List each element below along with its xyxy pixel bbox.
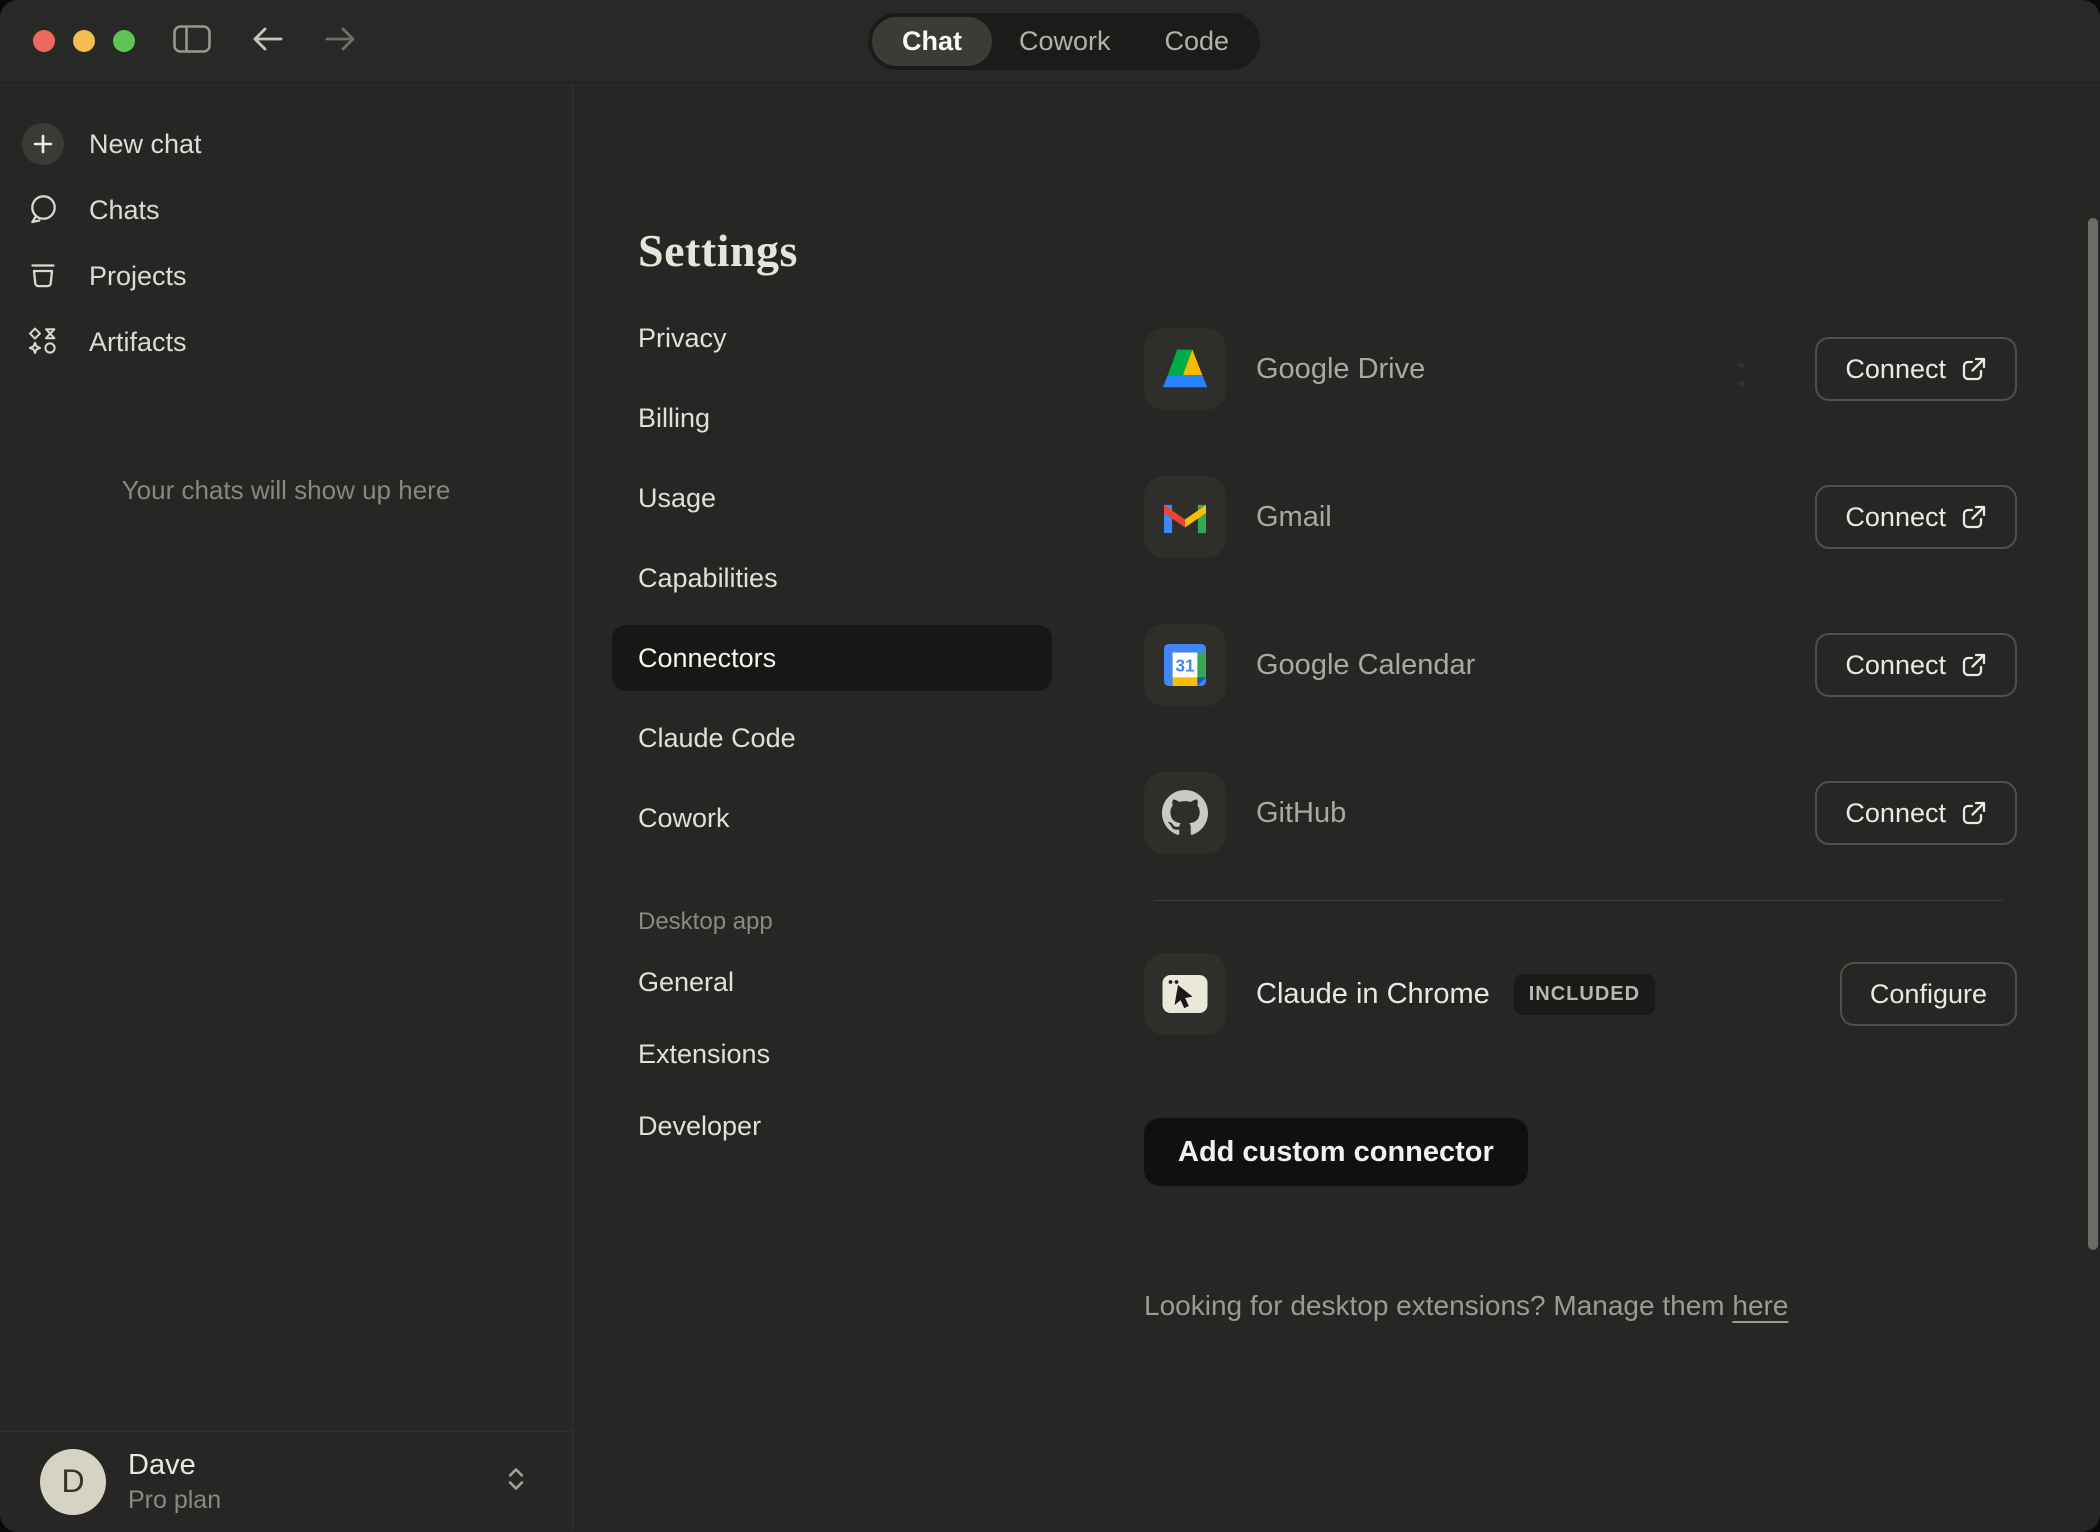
included-badge: INCLUDED — [1514, 974, 1655, 1015]
manage-here-link[interactable]: here — [1732, 1290, 1788, 1321]
external-link-icon — [1960, 356, 1987, 383]
connector-row-google-drive: Google Drive Connect — [1144, 328, 2017, 410]
app-window: Chat Cowork Code New chat — [0, 0, 2100, 1532]
user-menu[interactable]: D Dave Pro plan — [0, 1431, 572, 1531]
tab-code[interactable]: Code — [1138, 17, 1257, 66]
sidebar-nav: New chat Chats Projects — [0, 83, 572, 375]
connect-button-label: Connect — [1845, 502, 1946, 533]
connector-row-gmail: Gmail Connect — [1144, 476, 2017, 558]
sidebar-item-projects[interactable]: Projects — [22, 243, 572, 309]
settings-nav-cowork[interactable]: Cowork — [612, 785, 1052, 851]
connect-button-label: Connect — [1845, 798, 1946, 829]
google-calendar-icon: 31 — [1144, 624, 1226, 706]
settings-nav-developer[interactable]: Developer — [612, 1095, 1052, 1157]
svg-text:31: 31 — [1175, 656, 1195, 676]
sidebar-item-label: New chat — [89, 129, 202, 160]
browser-cursor-icon — [1144, 953, 1226, 1035]
user-meta: Dave Pro plan — [128, 1448, 221, 1515]
external-link-icon — [1960, 800, 1987, 827]
settings-nav-connectors[interactable]: Connectors — [612, 625, 1052, 691]
settings-nav-usage[interactable]: Usage — [612, 465, 1052, 531]
mode-tabs: Chat Cowork Code — [868, 13, 1260, 70]
sidebar-item-artifacts[interactable]: Artifacts — [22, 309, 572, 375]
empty-chats-message: Your chats will show up here — [0, 475, 572, 506]
settings-nav-extensions[interactable]: Extensions — [612, 1023, 1052, 1085]
chevron-up-down-icon — [505, 1466, 527, 1497]
settings-nav-billing[interactable]: Billing — [612, 385, 1052, 451]
settings-content: Privacy Billing Usage Capabilities Conne… — [638, 305, 2100, 1322]
external-link-icon — [1960, 652, 1987, 679]
connect-button-gmail[interactable]: Connect — [1815, 485, 2017, 549]
connector-row-github: GitHub Connect — [1144, 772, 2017, 854]
connector-name: Google Calendar — [1256, 649, 1475, 682]
desktop-app-section-label: Desktop app — [638, 907, 1052, 937]
connector-row-claude-in-chrome: Claude in Chrome INCLUDED Configure — [1144, 953, 2017, 1035]
settings-nav-privacy[interactable]: Privacy — [612, 305, 1052, 371]
gmail-icon — [1144, 476, 1226, 558]
sidebar-item-label: Artifacts — [89, 327, 187, 358]
settings-nav-claude-code[interactable]: Claude Code — [612, 705, 1052, 771]
sidebar-item-label: Chats — [89, 195, 160, 226]
github-icon — [1144, 772, 1226, 854]
sidebar-item-label: Projects — [89, 261, 187, 292]
scrollbar[interactable] — [2088, 218, 2098, 1250]
settings-nav-general[interactable]: General — [612, 951, 1052, 1013]
sidebar-spacer — [0, 506, 572, 1431]
connect-button-google-drive[interactable]: Connect — [1815, 337, 2017, 401]
sidebar-item-chats[interactable]: Chats — [22, 177, 572, 243]
main-content: Settings Privacy Billing Usage Capabilit… — [573, 83, 2100, 1531]
scrolled-row-remnant — [1738, 355, 1798, 365]
connect-button-google-calendar[interactable]: Connect — [1815, 633, 2017, 697]
desktop-extensions-note: Looking for desktop extensions? Manage t… — [1144, 1290, 2017, 1322]
forward-arrow-icon[interactable] — [323, 24, 359, 59]
connector-row-google-calendar: 31 Google Calendar Connect — [1144, 624, 2017, 706]
box-icon — [22, 255, 64, 297]
google-drive-icon — [1144, 328, 1226, 410]
titlebar: Chat Cowork Code — [0, 0, 2100, 83]
connect-button-github[interactable]: Connect — [1815, 781, 2017, 845]
settings-nav: Privacy Billing Usage Capabilities Conne… — [638, 305, 1052, 1322]
user-name: Dave — [128, 1448, 221, 1483]
add-custom-connector-button[interactable]: Add custom connector — [1144, 1118, 1528, 1186]
close-window-button[interactable] — [33, 30, 55, 52]
nav-controls — [173, 24, 359, 59]
external-link-icon — [1960, 504, 1987, 531]
settings-nav-capabilities[interactable]: Capabilities — [612, 545, 1052, 611]
connector-name: Google Drive — [1256, 353, 1425, 386]
connector-name: Gmail — [1256, 501, 1332, 534]
chat-bubble-icon — [22, 189, 64, 231]
configure-button[interactable]: Configure — [1840, 962, 2017, 1026]
connect-button-label: Connect — [1845, 650, 1946, 681]
section-divider — [1154, 900, 2004, 901]
plus-icon — [22, 123, 64, 165]
minimize-window-button[interactable] — [73, 30, 95, 52]
back-arrow-icon[interactable] — [249, 24, 285, 59]
desktop-app-nav: General Extensions Developer — [638, 951, 1052, 1157]
tab-chat[interactable]: Chat — [872, 17, 992, 66]
connectors-panel: Google Drive Connect — [1144, 305, 2017, 1322]
sidebar-toggle-icon[interactable] — [173, 25, 211, 58]
sidebar: New chat Chats Projects — [0, 83, 573, 1531]
app-body: New chat Chats Projects — [0, 83, 2100, 1531]
connector-name: GitHub — [1256, 797, 1346, 830]
maximize-window-button[interactable] — [113, 30, 135, 52]
sidebar-item-new-chat[interactable]: New chat — [22, 111, 572, 177]
configure-button-label: Configure — [1870, 979, 1987, 1010]
tab-cowork[interactable]: Cowork — [992, 17, 1138, 66]
page-title: Settings — [638, 224, 2100, 277]
note-text: Looking for desktop extensions? Manage t… — [1144, 1290, 1732, 1321]
avatar: D — [40, 1449, 106, 1515]
shapes-icon — [22, 321, 64, 363]
connector-name: Claude in Chrome — [1256, 978, 1490, 1011]
user-plan: Pro plan — [128, 1485, 221, 1515]
connect-button-label: Connect — [1845, 354, 1946, 385]
window-controls — [33, 30, 135, 52]
